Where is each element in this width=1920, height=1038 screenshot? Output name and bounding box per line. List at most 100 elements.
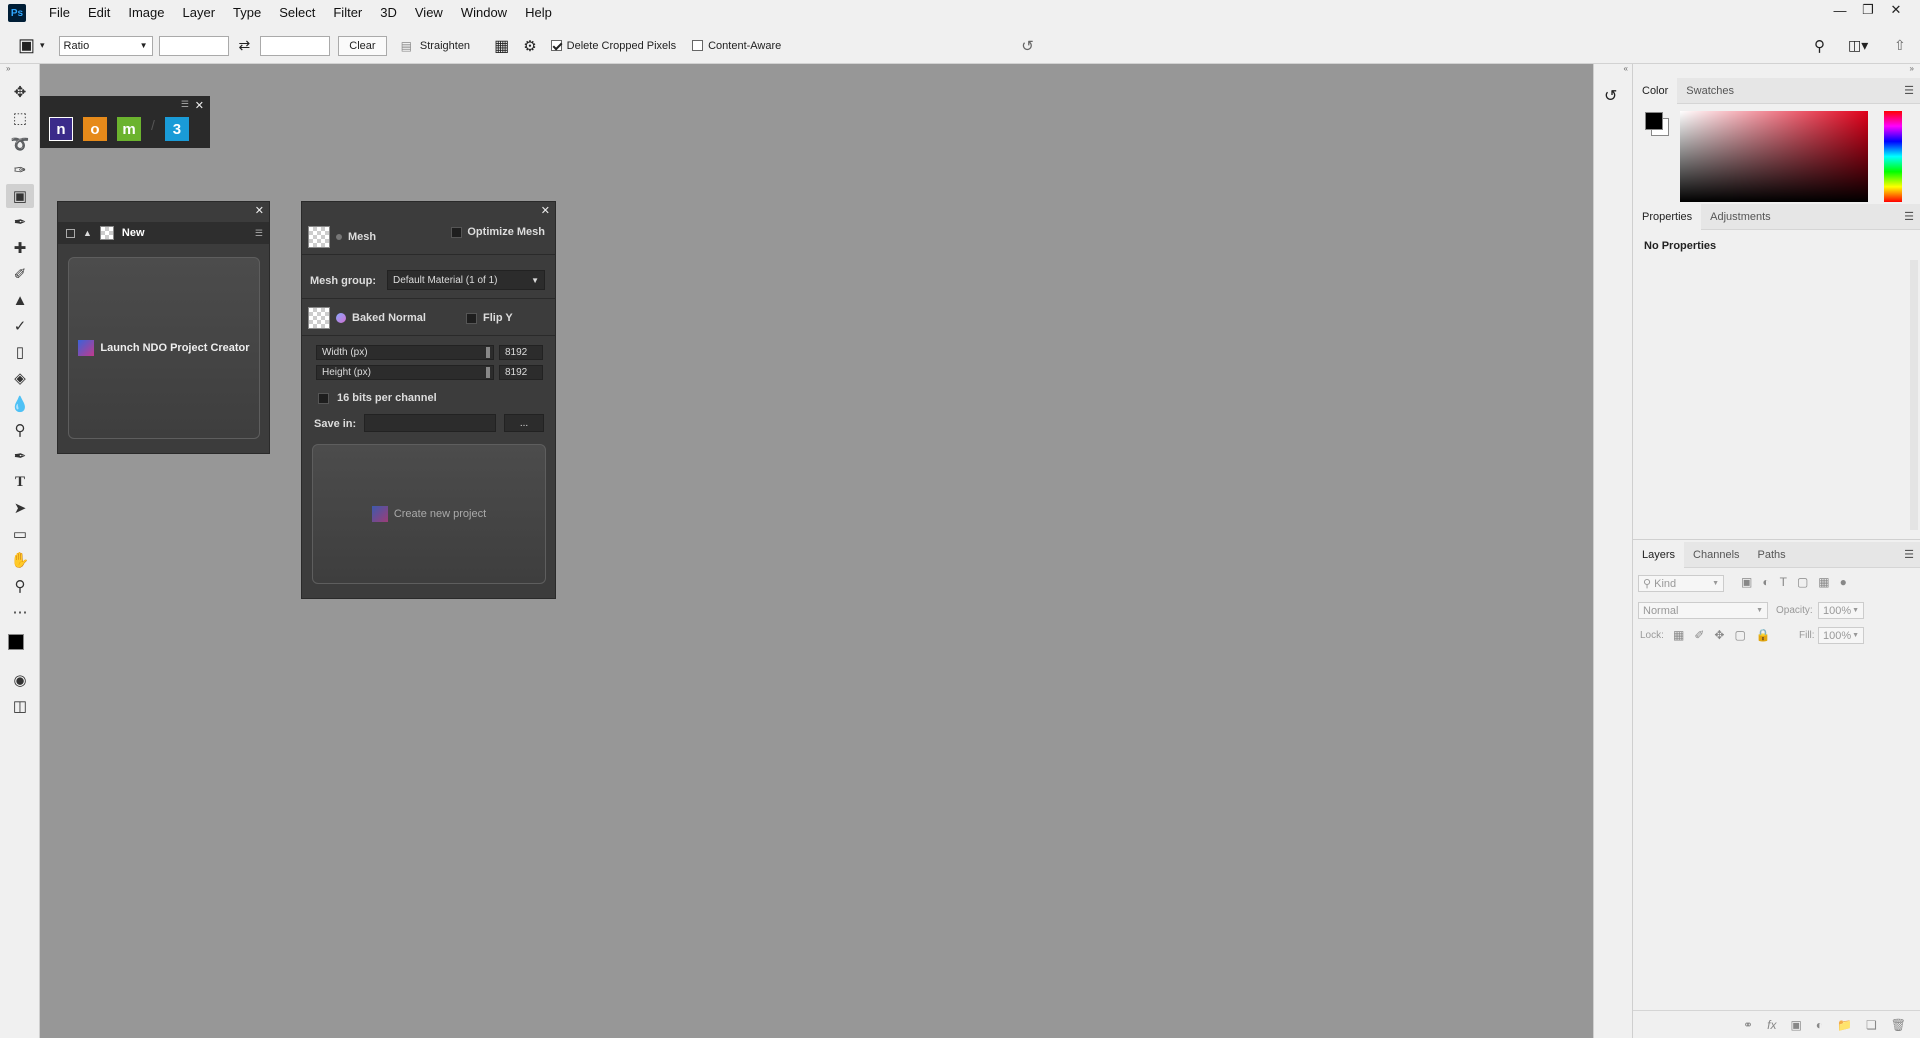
close-icon[interactable]: ✕: [195, 99, 204, 112]
chevron-down-icon[interactable]: ▾: [40, 40, 45, 51]
menu-help[interactable]: Help: [516, 0, 561, 26]
bucket-tool-icon[interactable]: ◈: [6, 366, 34, 390]
ratio-select[interactable]: Ratio ▼: [58, 35, 153, 56]
panel-square-icon[interactable]: [66, 228, 75, 238]
smart-object-filter-icon[interactable]: ▦: [1818, 575, 1829, 589]
swap-icon[interactable]: ⇄: [239, 37, 251, 54]
panel-menu-icon[interactable]: ☰: [1904, 210, 1914, 223]
shape-filter-icon[interactable]: ▢: [1797, 575, 1808, 589]
blend-mode-select[interactable]: Normal ▼: [1638, 602, 1768, 619]
3do-plugin-icon[interactable]: 3: [164, 117, 189, 141]
trash-icon[interactable]: 🗑: [1891, 1018, 1906, 1032]
width-slider[interactable]: Width (px): [316, 345, 494, 360]
menu-window[interactable]: Window: [452, 0, 516, 26]
more-tools-icon[interactable]: ⋯: [6, 600, 34, 624]
image-filter-icon[interactable]: ▣: [1741, 575, 1752, 589]
tab-swatches[interactable]: Swatches: [1677, 78, 1743, 104]
content-aware-checkbox[interactable]: [692, 40, 704, 51]
gear-icon[interactable]: ⚙: [523, 37, 536, 55]
tab-layers[interactable]: Layers: [1633, 541, 1685, 568]
share-icon[interactable]: ⇧: [1894, 37, 1906, 54]
straighten-label[interactable]: Straighten: [420, 40, 470, 52]
search-icon[interactable]: ⚲: [1814, 37, 1825, 55]
fx-icon[interactable]: fx: [1767, 1018, 1776, 1032]
foreground-color-swatch[interactable]: [8, 634, 24, 650]
menu-type[interactable]: Type: [224, 0, 270, 26]
menu-select[interactable]: Select: [270, 0, 324, 26]
hue-slider[interactable]: [1884, 111, 1902, 202]
menu-view[interactable]: View: [406, 0, 452, 26]
lock-all-icon[interactable]: 🔒: [1756, 628, 1771, 642]
layer-filter-select[interactable]: ⚲ Kind ▼: [1638, 575, 1724, 592]
height-input[interactable]: 8192: [499, 365, 543, 380]
ndo-plugin-icon[interactable]: n: [49, 117, 73, 141]
opacity-input[interactable]: 100% ▼: [1818, 602, 1864, 619]
panel-menu-icon[interactable]: ☰: [255, 228, 263, 239]
marquee-tool-icon[interactable]: ⬚: [6, 106, 34, 130]
screen-mode-icon[interactable]: ◫: [6, 694, 34, 718]
close-icon[interactable]: ✕: [541, 204, 550, 217]
tab-adjustments[interactable]: Adjustments: [1701, 204, 1780, 230]
lock-position-icon[interactable]: ✥: [1714, 628, 1724, 642]
new-layer-icon[interactable]: ❏: [1866, 1018, 1877, 1032]
adjustment-filter-icon[interactable]: ◐: [1762, 575, 1769, 589]
filter-toggle-icon[interactable]: ●: [1840, 575, 1847, 589]
slider-handle[interactable]: [486, 347, 490, 358]
adjustment-layer-icon[interactable]: ◐: [1816, 1018, 1823, 1032]
minimize-icon[interactable]: —: [1826, 0, 1854, 20]
ddo-plugin-icon[interactable]: o: [83, 117, 107, 141]
slider-handle[interactable]: [486, 367, 490, 378]
menu-layer[interactable]: Layer: [174, 0, 225, 26]
tab-color[interactable]: Color: [1633, 77, 1678, 104]
panel-menu-icon[interactable]: ☰: [1904, 548, 1914, 561]
restore-icon[interactable]: ❐: [1854, 0, 1882, 20]
width-input[interactable]: 8192: [499, 345, 543, 360]
type-filter-icon[interactable]: T: [1780, 575, 1787, 589]
history-brush-tool-icon[interactable]: ✓: [6, 314, 34, 338]
move-tool-icon[interactable]: ✥: [6, 80, 34, 104]
dodge-tool-icon[interactable]: ⚲: [6, 418, 34, 442]
properties-scrollbar[interactable]: [1910, 260, 1918, 530]
eraser-tool-icon[interactable]: ▯: [6, 340, 34, 364]
link-layers-icon[interactable]: ⚭: [1743, 1018, 1753, 1032]
brush-tool-icon[interactable]: ✐: [6, 262, 34, 286]
path-select-tool-icon[interactable]: ➤: [6, 496, 34, 520]
create-new-project-button[interactable]: Create new project: [312, 444, 546, 584]
menu-file[interactable]: File: [40, 0, 79, 26]
tab-properties[interactable]: Properties: [1633, 203, 1702, 230]
new-group-icon[interactable]: 📁: [1837, 1018, 1852, 1032]
menu-filter[interactable]: Filter: [324, 0, 371, 26]
collapse-icon[interactable]: »: [0, 64, 39, 78]
blur-tool-icon[interactable]: 💧: [6, 392, 34, 416]
add-mask-icon[interactable]: ▣: [1790, 1018, 1801, 1032]
save-in-input[interactable]: [364, 414, 496, 432]
lock-pixels-icon[interactable]: ▦: [1673, 628, 1684, 642]
history-icon[interactable]: ↺: [1604, 86, 1632, 106]
grid-overlay-icon[interactable]: ▦: [494, 36, 509, 56]
tab-paths[interactable]: Paths: [1749, 542, 1795, 568]
crop-tool-icon[interactable]: ▣: [6, 184, 34, 208]
collapse-icon[interactable]: »: [1633, 64, 1920, 78]
quick-mask-icon[interactable]: ◉: [6, 668, 34, 692]
lock-paint-icon[interactable]: ✐: [1694, 628, 1704, 642]
clear-button[interactable]: Clear: [338, 35, 387, 56]
crop-tool-icon[interactable]: ▣: [18, 35, 40, 56]
height-slider[interactable]: Height (px): [316, 365, 494, 380]
lock-artboard-icon[interactable]: ▢: [1734, 628, 1745, 642]
stamp-tool-icon[interactable]: ▲: [6, 288, 34, 312]
close-icon[interactable]: ✕: [255, 204, 264, 217]
mdo-plugin-icon[interactable]: m: [117, 117, 141, 141]
16-bits-checkbox[interactable]: [318, 392, 329, 404]
height-ratio-input[interactable]: [260, 35, 331, 56]
arrow-up-icon[interactable]: ▲: [83, 228, 92, 238]
fill-input[interactable]: 100% ▼: [1818, 627, 1864, 644]
collapse-icon[interactable]: «: [1594, 64, 1632, 78]
tab-channels[interactable]: Channels: [1684, 542, 1748, 568]
width-ratio-input[interactable]: [158, 35, 229, 56]
zoom-tool-icon[interactable]: ⚲: [6, 574, 34, 598]
workspace-icon[interactable]: ◫▾: [1848, 37, 1868, 54]
panel-menu-icon[interactable]: ☰: [1904, 84, 1914, 97]
color-field[interactable]: [1680, 111, 1868, 202]
lasso-tool-icon[interactable]: ➰: [6, 132, 34, 156]
type-tool-icon[interactable]: T: [6, 470, 34, 494]
